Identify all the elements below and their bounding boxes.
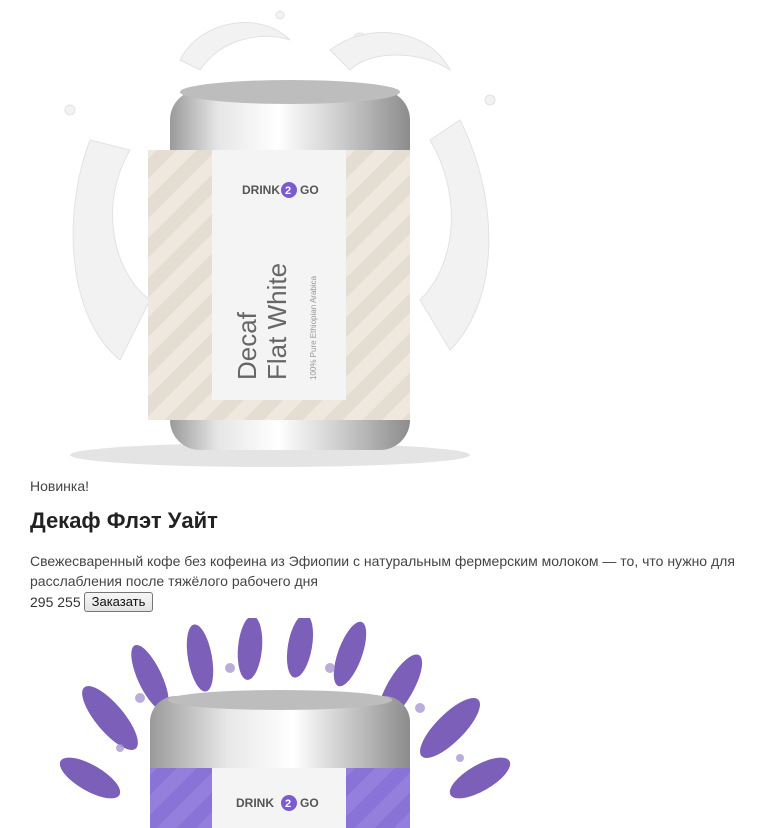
can-illustration-lavender: DRINK 2 GO <box>59 618 511 828</box>
new-badge: Новинка! <box>30 478 89 494</box>
brand-logo: DRINK <box>242 183 280 197</box>
svg-text:2: 2 <box>285 185 291 197</box>
product-price: 295 255 <box>30 594 81 610</box>
product-description: Свежесваренный кофе без кофеина из Эфиоп… <box>30 553 735 589</box>
can-subtitle: 100% Pure Ethiopian Arabica <box>309 275 318 380</box>
product-image-lavender: DRINK 2 GO <box>30 618 530 828</box>
product-image-decaf: DRINK 2 GO Decaf Flat White 100% Pure Et… <box>30 0 530 470</box>
svg-text:GO: GO <box>300 183 319 197</box>
svg-text:DRINK: DRINK <box>236 796 274 810</box>
can-product-name-1: Decaf <box>232 311 262 380</box>
can-illustration-decaf: DRINK 2 GO Decaf Flat White 100% Pure Et… <box>64 10 496 467</box>
product-title: Декаф Флэт Уайт <box>30 508 218 533</box>
order-button[interactable]: Заказать <box>83 592 154 612</box>
svg-text:2: 2 <box>285 798 291 810</box>
price-row: 295 255 Заказать <box>30 592 154 612</box>
can-product-name-2: Flat White <box>262 263 292 380</box>
svg-text:GO: GO <box>300 796 319 810</box>
